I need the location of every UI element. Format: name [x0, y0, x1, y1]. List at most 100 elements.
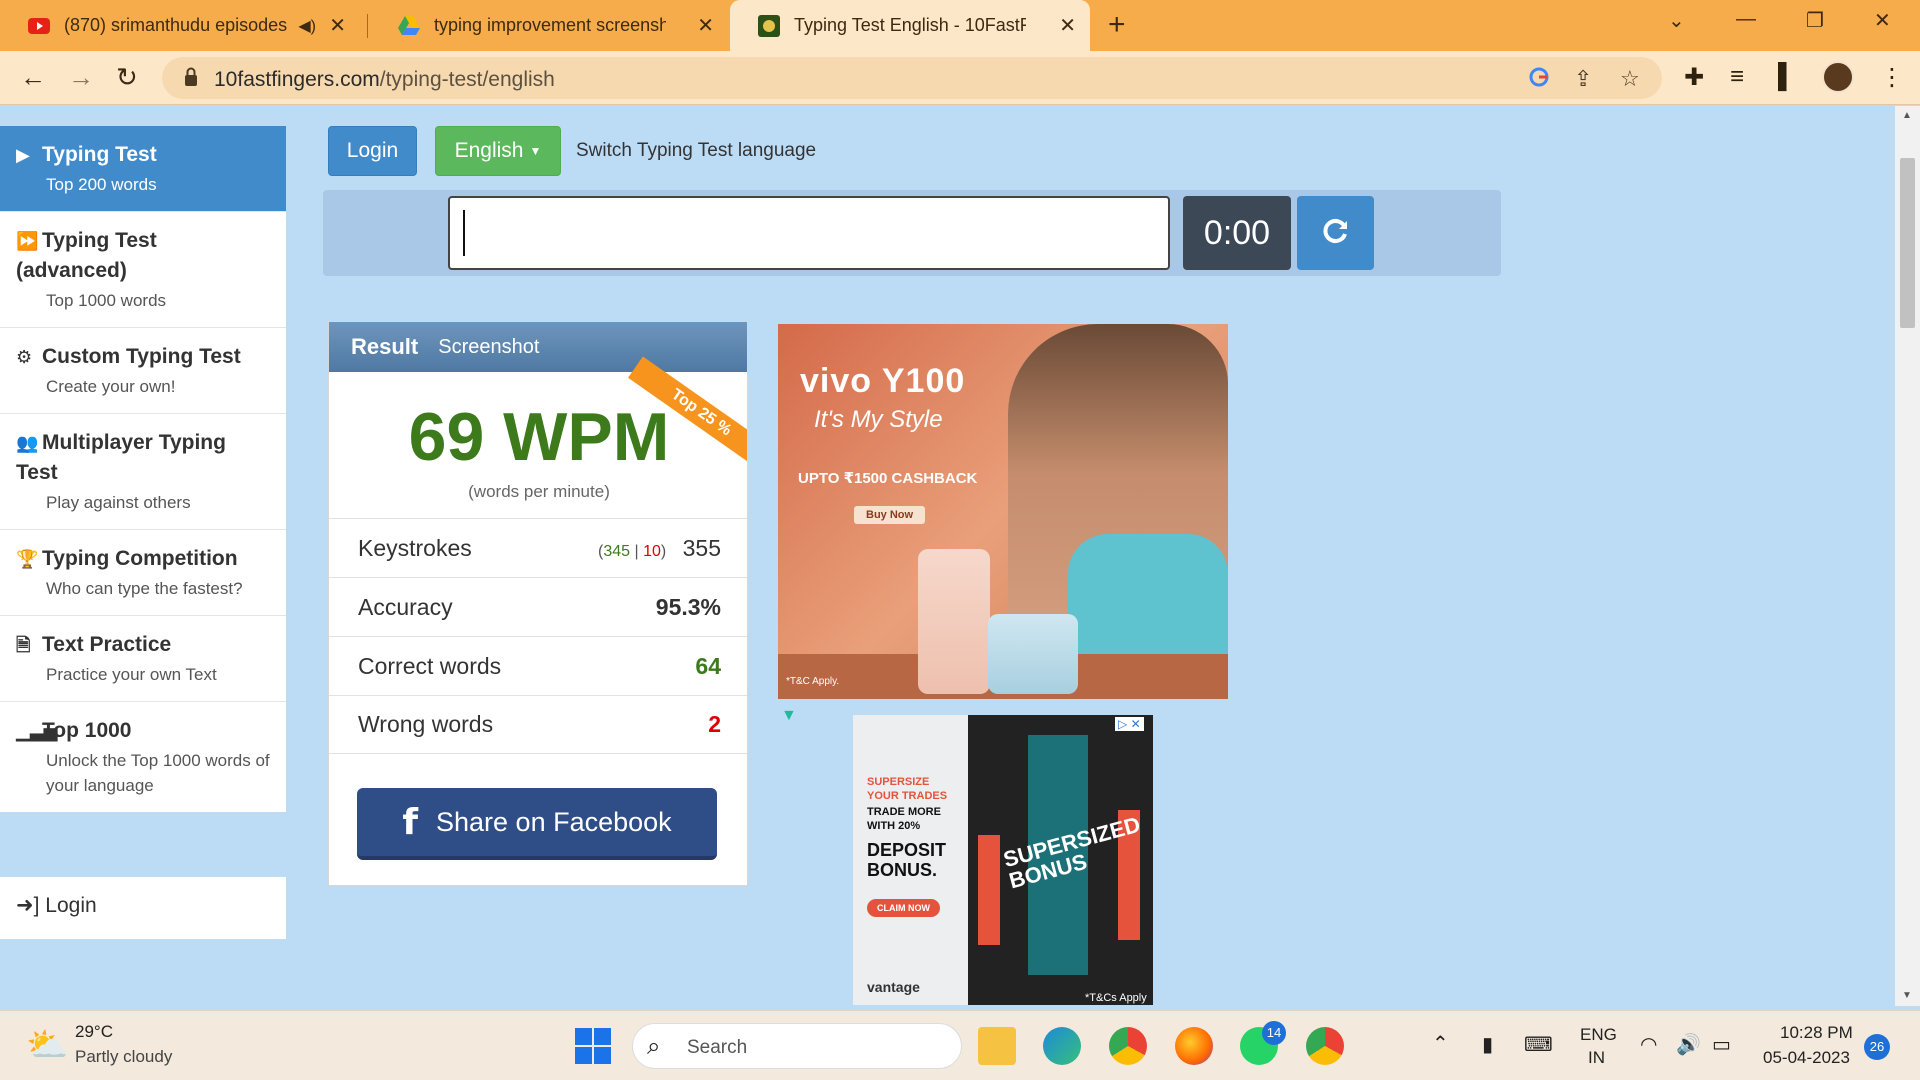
ad-line: TRADE MORE WITH 20%	[867, 806, 941, 832]
switch-language-text: Switch Typing Test language	[576, 140, 817, 161]
refresh-icon	[1321, 216, 1351, 251]
google-lens-icon[interactable]	[1528, 66, 1550, 94]
share-label: Share on Facebook	[436, 806, 672, 837]
tab-search-icon[interactable]: ⌄	[1668, 8, 1685, 33]
clock-time[interactable]: 10:28 PM	[1780, 1023, 1853, 1043]
speaker-icon[interactable]: ◀)	[298, 16, 316, 36]
keystrokes-label: Keystrokes	[358, 534, 472, 561]
scroll-down-icon[interactable]: ▼	[1902, 990, 1912, 1001]
sidebar-item-typing-test-advanced[interactable]: ⏩ Typing Test (advanced) Top 1000 words	[0, 212, 286, 328]
clock-date[interactable]: 05-04-2023	[1763, 1048, 1850, 1068]
share-facebook-button[interactable]: f Share on Facebook	[357, 788, 717, 860]
fast-forward-icon: ⏩	[16, 231, 39, 251]
google-drive-icon	[398, 15, 420, 37]
page-content: ▶ Typing Test Top 200 words ⏩ Typing Test …	[0, 106, 1895, 1006]
typing-input[interactable]	[448, 196, 1170, 270]
battery-icon[interactable]: ▭	[1712, 1032, 1731, 1057]
extensions-icon[interactable]: ✚	[1684, 63, 1704, 92]
sidebar-item-top-1000[interactable]: ▁▃▅Top 1000 Unlock the Top 1000 words of…	[0, 702, 286, 812]
ad-logo: vantage	[867, 979, 920, 995]
sidebar-item-text-practice[interactable]: 🗎 Text Practice Practice your own Text	[0, 616, 286, 702]
profile-avatar[interactable]	[1822, 61, 1854, 93]
vantage-ad-banner[interactable]: SUPERSIZE YOUR TRADES TRADE MORE WITH 20…	[853, 715, 1153, 1005]
sidebar-item-title: Typing Test	[42, 143, 157, 166]
language-region[interactable]: IN	[1588, 1048, 1605, 1068]
tab-10fastfingers[interactable]: Typing Test English - 10FastFinge ✕	[730, 0, 1090, 51]
sidebar-item-competition[interactable]: 🏆 Typing Competition Who can type the fas…	[0, 530, 286, 616]
vivo-ad-banner[interactable]: vivo Y100 It's My Style UPTO ₹1500 CASHB…	[778, 324, 1228, 699]
scroll-thumb[interactable]	[1900, 158, 1915, 328]
menu-kebab-icon[interactable]: ⋮	[1880, 63, 1904, 92]
close-tab-icon[interactable]: ✕	[697, 13, 714, 38]
whatsapp-badge: 14	[1262, 1021, 1286, 1045]
adchoices-icon[interactable]: ▼	[781, 707, 797, 725]
forward-icon[interactable]: →	[68, 62, 94, 93]
start-button[interactable]	[575, 1028, 611, 1064]
address-bar[interactable]: 10fastfingers.com/typing-test/english ⇪ …	[162, 57, 1662, 99]
text-caret	[463, 210, 465, 256]
wpm-caption: (words per minute)	[468, 482, 610, 501]
page-scrollbar[interactable]: ▲ ▼	[1895, 106, 1920, 1006]
weather-partly-cloudy-icon[interactable]: ⛅	[26, 1025, 68, 1065]
keyboard-icon[interactable]: ⌨	[1524, 1032, 1553, 1057]
side-panel-icon[interactable]: ▌	[1778, 63, 1795, 91]
restart-button[interactable]	[1297, 196, 1374, 270]
back-icon[interactable]: ←	[20, 62, 46, 93]
sidebar-item-custom-typing-test[interactable]: ⚙ Custom Typing Test Create your own!	[0, 328, 286, 414]
tab-title: (870) srimanthudu episodes	[64, 15, 288, 35]
reload-icon[interactable]: ↻	[116, 62, 138, 93]
correct-words-row: Correct words 64	[329, 636, 747, 695]
volume-icon[interactable]: 🔊	[1676, 1032, 1701, 1057]
chrome-icon[interactable]	[1109, 1027, 1147, 1065]
media-control-icon[interactable]: ≡	[1730, 63, 1744, 91]
sidebar-item-title: Multiplayer Typing Test	[16, 431, 226, 484]
ad-tagline: It's My Style	[814, 406, 943, 433]
trophy-icon: 🏆	[16, 549, 39, 569]
bookmark-star-icon[interactable]: ☆	[1620, 66, 1640, 92]
notification-badge[interactable]: 26	[1864, 1034, 1890, 1060]
windows-taskbar: ⛅ 29°C Partly cloudy ⌕ Search 14 ⌃ ▮ ⌨ E…	[0, 1010, 1920, 1080]
tab-youtube[interactable]: (870) srimanthudu episodes ◀) ✕	[0, 0, 360, 51]
ad-close-icon[interactable]: ▷ ✕	[1115, 717, 1144, 731]
share-icon[interactable]: ⇪	[1574, 66, 1592, 92]
typing-input-row: 0:00	[323, 190, 1501, 276]
sidebar-item-sub: Unlock the Top 1000 words of your langua…	[46, 751, 270, 795]
chevron-up-icon[interactable]: ⌃	[1432, 1031, 1449, 1056]
weather-description[interactable]: Partly cloudy	[75, 1047, 172, 1067]
tab-strip: (870) srimanthudu episodes ◀) ✕ typing i…	[0, 0, 1920, 51]
wrong-words-label: Wrong words	[358, 711, 494, 737]
sidebar-item-title: Top 1000	[42, 719, 132, 742]
sidebar-item-typing-test[interactable]: ▶ Typing Test Top 200 words	[0, 126, 286, 212]
language-dropdown[interactable]: English ▼	[435, 126, 561, 176]
lock-icon[interactable]	[184, 67, 198, 92]
close-tab-icon[interactable]: ✕	[329, 13, 346, 38]
accuracy-row: Accuracy 95.3%	[329, 577, 747, 636]
file-explorer-icon[interactable]	[978, 1027, 1016, 1065]
battery-device-icon[interactable]: ▮	[1482, 1032, 1493, 1057]
language-indicator[interactable]: ENG	[1580, 1025, 1617, 1045]
scroll-up-icon[interactable]: ▲	[1902, 110, 1912, 121]
result-tab[interactable]: Result	[351, 334, 418, 360]
new-tab-button[interactable]: +	[1108, 8, 1126, 42]
close-window-button[interactable]: ✕	[1874, 8, 1891, 33]
tab-drive[interactable]: typing improvement screenshots ✕	[370, 0, 728, 51]
restore-button[interactable]: ❐	[1806, 8, 1824, 33]
wifi-icon[interactable]: ◠	[1640, 1032, 1657, 1057]
sidebar-item-sub: Play against others	[46, 493, 191, 512]
sidebar-item-multiplayer[interactable]: 👥 Multiplayer Typing Test Play against ot…	[0, 414, 286, 530]
sidebar-login-link[interactable]: ➜] Login	[0, 877, 286, 939]
ad-buy-button[interactable]: Buy Now	[854, 506, 926, 524]
taskbar-search[interactable]: ⌕ Search	[632, 1023, 962, 1069]
login-button[interactable]: Login	[328, 126, 417, 176]
screenshot-tab[interactable]: Screenshot	[438, 336, 539, 359]
keystrokes-detail: (345 | 10)	[598, 542, 667, 560]
chrome-profile-icon[interactable]	[1306, 1027, 1344, 1065]
ad-claim-button[interactable]: CLAIM NOW	[867, 899, 940, 917]
close-tab-icon[interactable]: ✕	[1059, 13, 1076, 38]
keystrokes-row: Keystrokes (345 | 10) 355	[329, 518, 747, 577]
weather-temp[interactable]: 29°C	[75, 1022, 113, 1042]
edge-icon[interactable]	[1043, 1027, 1081, 1065]
firefox-icon[interactable]	[1175, 1027, 1213, 1065]
correct-words-label: Correct words	[358, 652, 502, 679]
minimize-button[interactable]: —	[1736, 8, 1756, 31]
